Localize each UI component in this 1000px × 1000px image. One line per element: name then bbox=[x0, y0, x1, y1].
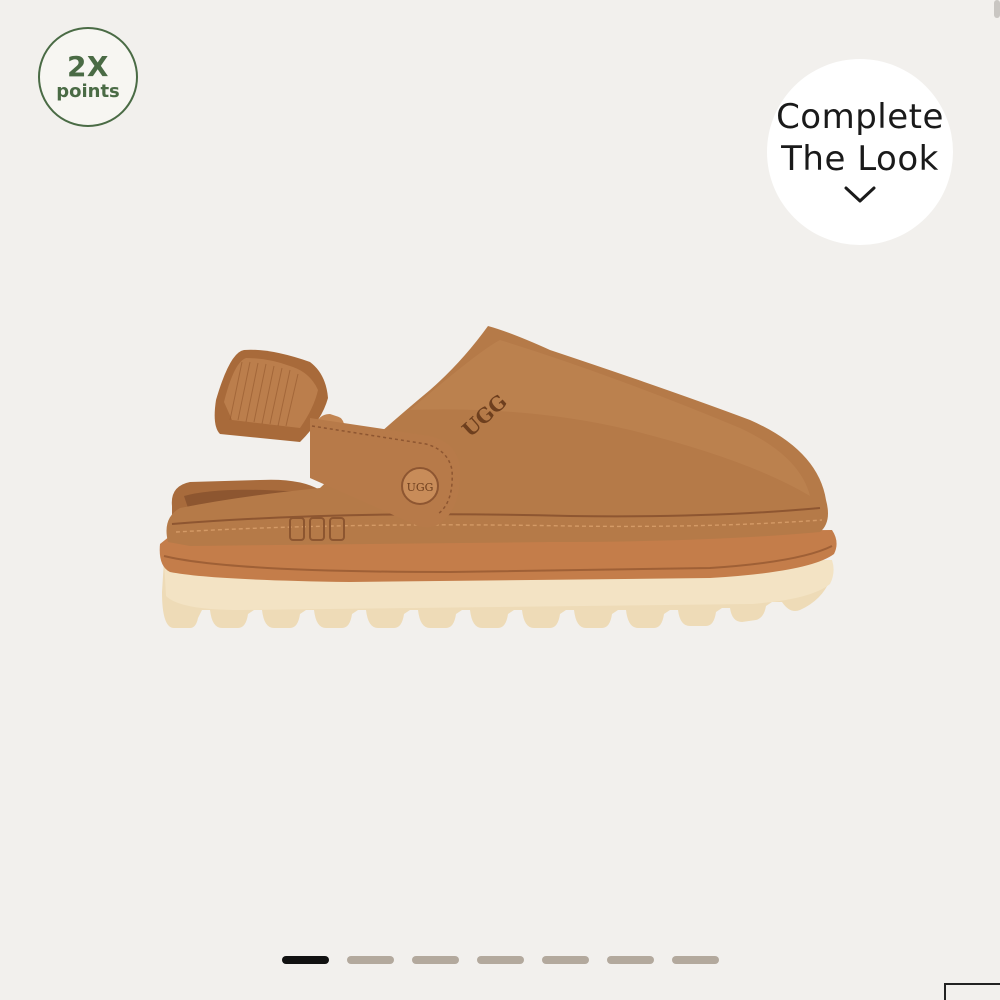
wishlist-box[interactable] bbox=[944, 983, 1000, 1000]
carousel-dot-5[interactable] bbox=[541, 956, 589, 964]
carousel-indicators bbox=[0, 956, 1000, 966]
product-gallery: 2X points Complete The Look UGG UGG bbox=[0, 0, 1000, 1000]
scrollbar[interactable] bbox=[994, 0, 1000, 18]
complete-the-look-line2: The Look bbox=[781, 138, 939, 179]
carousel-dot-1[interactable] bbox=[281, 956, 329, 964]
points-multiplier: 2X bbox=[66, 50, 110, 83]
complete-the-look-button[interactable]: Complete The Look bbox=[767, 59, 953, 245]
carousel-dot-7[interactable] bbox=[671, 956, 719, 964]
carousel-dot-2[interactable] bbox=[346, 956, 394, 964]
carousel-dot-4[interactable] bbox=[476, 956, 524, 964]
product-image[interactable]: UGG UGG bbox=[150, 310, 850, 660]
chevron-down-icon bbox=[843, 184, 877, 209]
points-badge: 2X points bbox=[38, 27, 138, 127]
carousel-dot-6[interactable] bbox=[606, 956, 654, 964]
complete-the-look-line1: Complete bbox=[776, 96, 944, 137]
carousel-dot-3[interactable] bbox=[411, 956, 459, 964]
points-label: points bbox=[56, 81, 120, 102]
button-logo-text: UGG bbox=[407, 481, 434, 494]
